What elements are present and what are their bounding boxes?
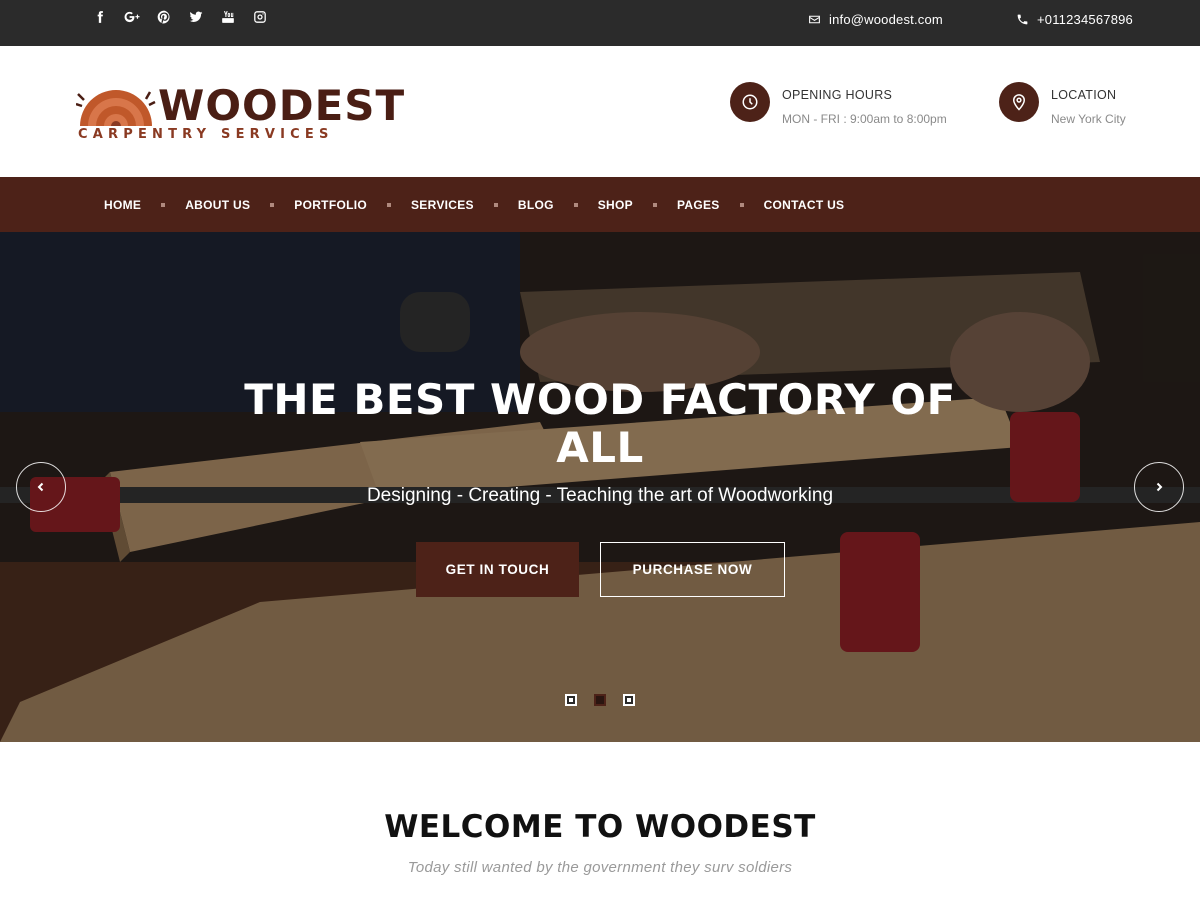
- nav-separator: [493, 202, 498, 207]
- location-value: New York City: [1051, 112, 1126, 126]
- nav-separator: [161, 202, 166, 207]
- nav-services[interactable]: SERVICES: [411, 198, 474, 212]
- email-text: info@woodest.com: [829, 11, 943, 27]
- map-pin-icon: [999, 82, 1039, 122]
- prev-slide-button[interactable]: [16, 462, 66, 512]
- phone-icon: [1017, 14, 1028, 24]
- get-in-touch-button[interactable]: GET IN TOUCH: [416, 542, 579, 597]
- nav-home[interactable]: HOME: [104, 198, 141, 212]
- hero-slider: THE BEST WOOD FACTORY OF ALL Designing -…: [0, 232, 1200, 742]
- hero-title: THE BEST WOOD FACTORY OF ALL: [244, 375, 956, 472]
- clock-icon: [730, 82, 770, 122]
- nav-pages[interactable]: PAGES: [677, 198, 720, 212]
- site-header: WOODEST CARPENTRY SERVICES OPENING HOURS…: [0, 46, 1200, 177]
- facebook-icon[interactable]: [84, 0, 116, 34]
- nav-shop[interactable]: SHOP: [598, 198, 633, 212]
- twitter-icon[interactable]: [180, 0, 212, 34]
- logo-name: WOODEST: [158, 81, 406, 130]
- top-email[interactable]: info@woodest.com: [808, 0, 943, 38]
- chevron-left-icon: [37, 482, 44, 492]
- nav-contact-us[interactable]: CONTACT US: [764, 198, 845, 212]
- purchase-now-button[interactable]: PURCHASE NOW: [600, 542, 785, 597]
- envelope-icon: [809, 15, 820, 23]
- google-plus-icon[interactable]: [116, 0, 148, 34]
- next-slide-button[interactable]: [1134, 462, 1184, 512]
- hours-title: OPENING HOURS: [782, 88, 893, 102]
- location-title: LOCATION: [1051, 88, 1117, 102]
- logo-tagline: CARPENTRY SERVICES: [78, 127, 334, 142]
- nav-portfolio[interactable]: PORTFOLIO: [294, 198, 367, 212]
- slide-dot-3[interactable]: [623, 694, 635, 706]
- instagram-icon[interactable]: [244, 0, 276, 34]
- slider-dots: [565, 694, 635, 706]
- nav-about-us[interactable]: ABOUT US: [185, 198, 250, 212]
- welcome-subtitle: Today still wanted by the government the…: [407, 859, 793, 876]
- social-links: [84, 0, 276, 34]
- youtube-icon[interactable]: [212, 0, 244, 34]
- top-phone[interactable]: +011234567896: [1016, 0, 1133, 38]
- hours-value: MON - FRI : 9:00am to 8:00pm: [782, 112, 947, 126]
- welcome-title: WELCOME TO WOODEST: [384, 809, 816, 845]
- top-bar: info@woodest.com +011234567896: [0, 0, 1200, 46]
- site-logo[interactable]: WOODEST CARPENTRY SERVICES: [76, 82, 404, 146]
- phone-text: +011234567896: [1037, 11, 1133, 27]
- hero-subtitle: Designing - Creating - Teaching the art …: [366, 485, 834, 506]
- location: LOCATION New York City: [999, 82, 1126, 126]
- nav-separator: [739, 202, 744, 207]
- tree-stump-icon: [76, 90, 156, 126]
- chevron-right-icon: [1156, 482, 1163, 492]
- main-nav: HOME ABOUT US PORTFOLIO SERVICES BLOG SH…: [0, 177, 1200, 232]
- nav-separator: [573, 202, 578, 207]
- slide-dot-2[interactable]: [594, 694, 606, 706]
- slide-dot-1[interactable]: [565, 694, 577, 706]
- nav-separator: [652, 202, 657, 207]
- nav-blog[interactable]: BLOG: [518, 198, 554, 212]
- nav-separator: [386, 202, 391, 207]
- pinterest-icon[interactable]: [148, 0, 180, 34]
- opening-hours: OPENING HOURS MON - FRI : 9:00am to 8:00…: [730, 82, 947, 126]
- nav-separator: [270, 202, 275, 207]
